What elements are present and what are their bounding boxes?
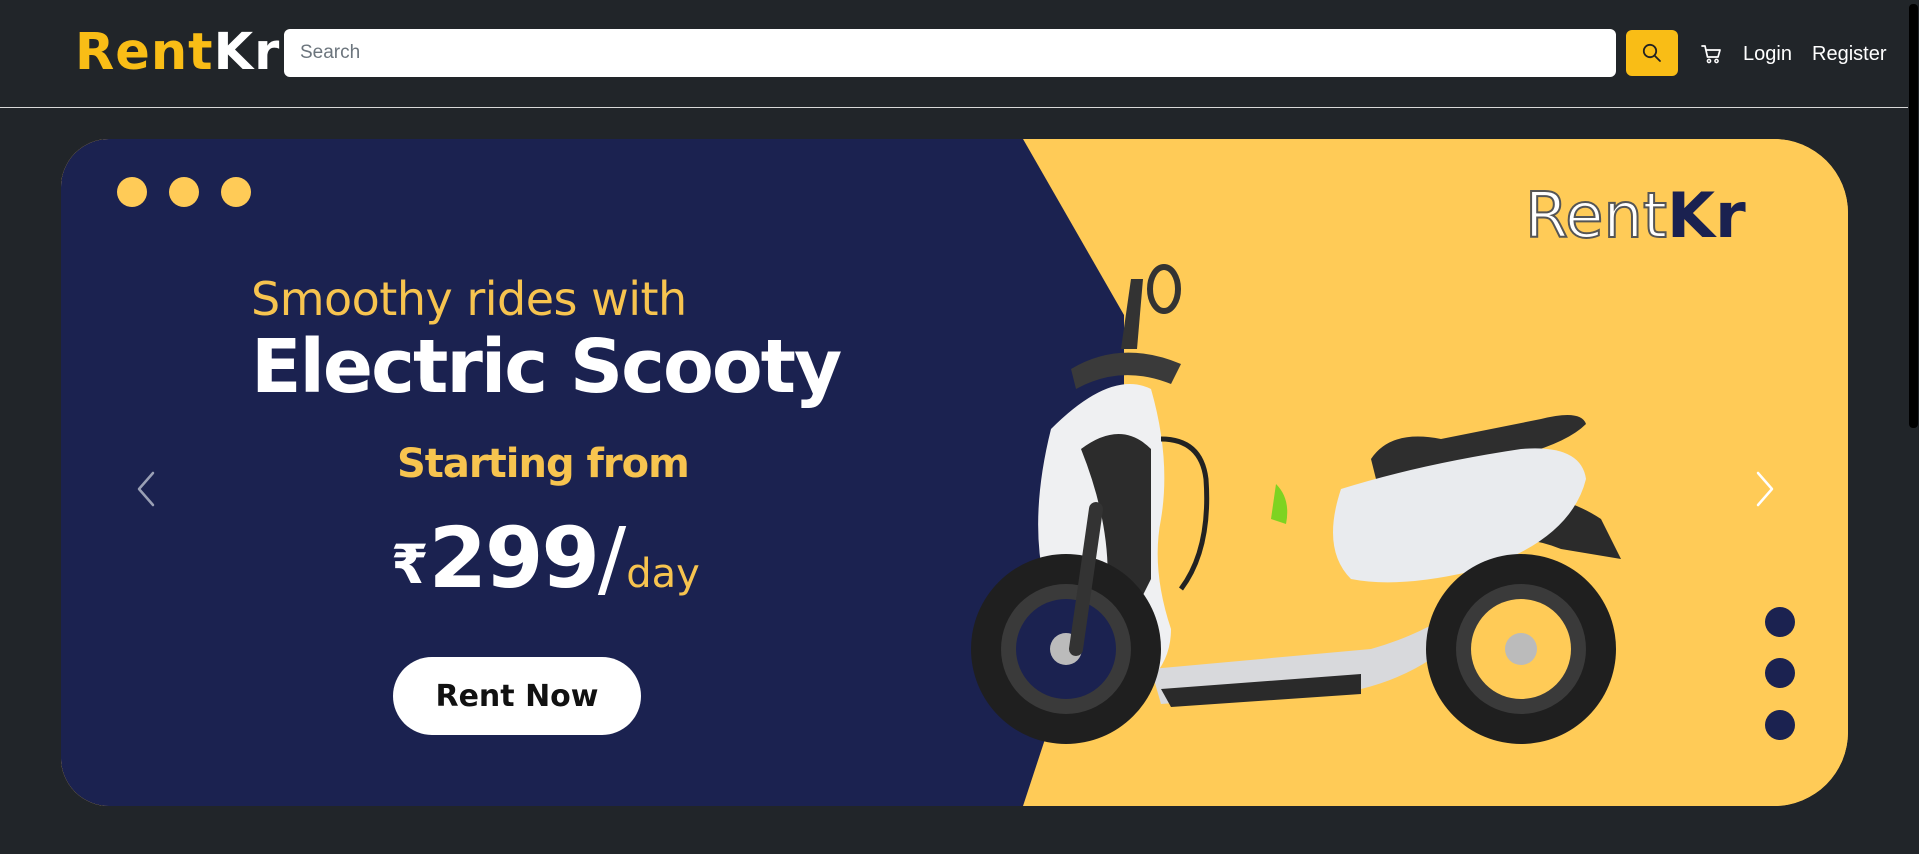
banner-logo-part1: Rent	[1524, 178, 1668, 253]
banner-headline-small: Smoothy rides with	[251, 272, 687, 326]
decorative-dot	[169, 177, 199, 207]
decorative-dot	[1765, 710, 1795, 740]
brand-logo-part2: Kr	[213, 23, 281, 82]
register-link[interactable]: Register	[1812, 40, 1886, 68]
decorative-dot	[221, 177, 251, 207]
carousel-prev-button[interactable]	[121, 459, 171, 519]
carousel-next-button[interactable]	[1740, 459, 1790, 519]
price-slash: /	[597, 509, 627, 607]
search-input[interactable]	[284, 29, 1616, 77]
decorative-dot	[117, 177, 147, 207]
navbar: RentKr Login Register	[0, 0, 1908, 108]
decorative-dot	[1765, 607, 1795, 637]
banner-logo: RentKr	[1524, 178, 1746, 253]
brand-logo[interactable]: RentKr	[75, 24, 280, 82]
cart-button[interactable]	[1700, 42, 1724, 66]
price-unit: day	[626, 551, 700, 597]
price-amount: 299	[428, 509, 600, 607]
brand-logo-part1: Rent	[75, 23, 214, 82]
login-link[interactable]: Login	[1743, 40, 1792, 68]
banner-starting-label: Starting from	[397, 441, 690, 487]
banner-headline-big: Electric Scooty	[251, 324, 842, 410]
chevron-right-icon	[1756, 471, 1774, 507]
hero-carousel: Smoothy rides with Electric Scooty Start…	[61, 139, 1848, 806]
rent-now-button[interactable]: Rent Now	[393, 657, 641, 735]
electric-scooter-image	[971, 264, 1621, 744]
banner-price: ₹299/day	[391, 509, 700, 607]
cart-icon	[1701, 45, 1721, 64]
search-button[interactable]	[1626, 30, 1678, 76]
search-icon	[1642, 43, 1661, 62]
decorative-dot	[1765, 658, 1795, 688]
banner-logo-part2: Kr	[1667, 179, 1746, 252]
scrollbar-thumb[interactable]	[1909, 4, 1918, 428]
chevron-left-icon	[137, 471, 155, 507]
currency-symbol: ₹	[391, 533, 429, 596]
